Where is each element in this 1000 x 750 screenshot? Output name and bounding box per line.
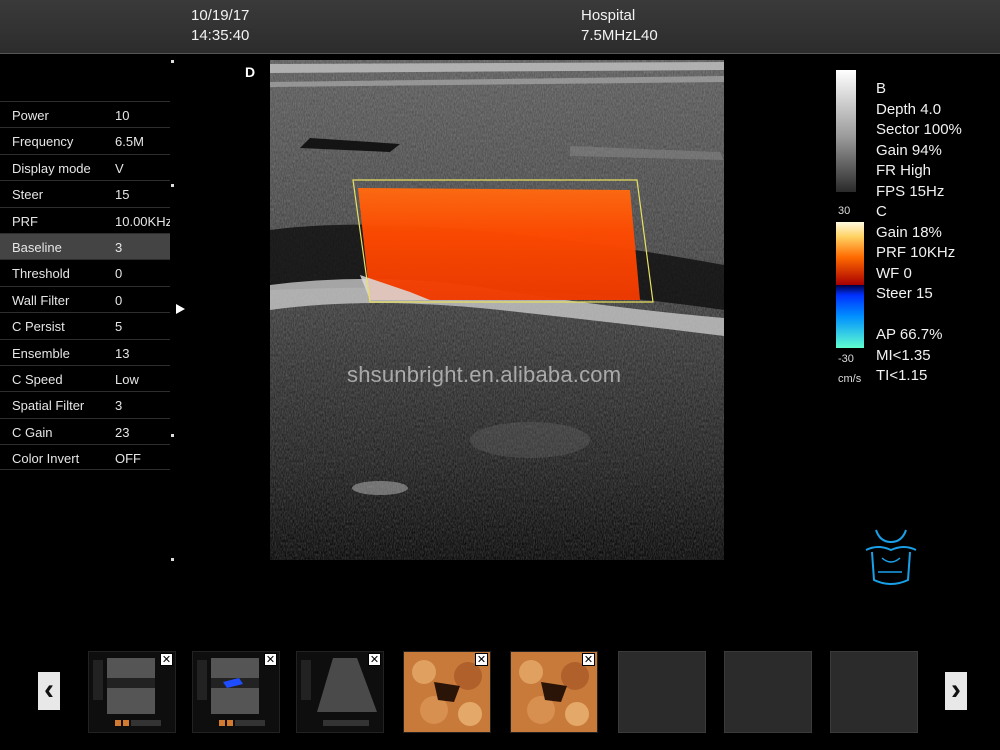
- param-value: 10: [115, 108, 130, 123]
- thumbnail-slot-empty[interactable]: [830, 651, 918, 733]
- param-value: 23: [115, 424, 130, 440]
- param-row-color-invert[interactable]: Color Invert OFF: [0, 444, 170, 471]
- thumbnail-prev-button[interactable]: ‹: [38, 672, 60, 710]
- param-row-c-gain[interactable]: C Gain 23: [0, 417, 170, 444]
- param-label: Ensemble: [12, 345, 70, 361]
- param-row-ensemble[interactable]: Ensemble 13: [0, 338, 170, 365]
- param-label: C Speed: [12, 371, 63, 387]
- param-label: Baseline: [12, 239, 62, 255]
- info-line: MI<1.35: [876, 346, 931, 364]
- param-row-power[interactable]: Power 10: [0, 101, 170, 127]
- thumbnail-slot-empty[interactable]: [724, 651, 812, 733]
- direction-label: D: [245, 64, 256, 80]
- time-text: 14:35:40: [191, 27, 250, 44]
- focus-marker-icon[interactable]: [176, 304, 185, 314]
- thumbnail-close-icon[interactable]: ✕: [160, 653, 173, 666]
- info-line: TI<1.15: [876, 367, 928, 384]
- thumbnail-3d-render[interactable]: ✕: [403, 651, 491, 733]
- param-value: 0: [115, 266, 123, 282]
- param-value: 0: [115, 292, 123, 308]
- info-line: Gain 18%: [876, 223, 942, 241]
- info-line: WF 0: [876, 264, 912, 282]
- scale-unit: cm/s: [838, 373, 862, 385]
- param-row-prf[interactable]: PRF 10.00KHz: [0, 206, 170, 233]
- hospital-probe: Hospital 7.5MHzL40: [581, 6, 658, 46]
- ruler-tick: [171, 434, 174, 437]
- hospital-name: Hospital: [581, 7, 636, 24]
- imaging-info: B Depth 4.0 Sector 100% Gain 94% FR High FPS …: [876, 79, 962, 387]
- param-label: Power: [12, 108, 49, 123]
- info-line: PRF 10KHz: [876, 244, 956, 261]
- thumbnail-close-icon[interactable]: ✕: [475, 653, 488, 666]
- param-label: PRF: [12, 213, 38, 229]
- param-label: Spatial Filter: [12, 398, 85, 414]
- info-line: FPS 15Hz: [876, 182, 945, 200]
- ruler-tick: [171, 184, 174, 187]
- probe-name: 7.5MHzL40: [581, 27, 658, 44]
- param-value: 3: [115, 398, 123, 414]
- info-line: Sector 100%: [876, 121, 962, 138]
- ruler-tick: [171, 60, 174, 63]
- info-line: Gain 94%: [876, 141, 942, 159]
- info-line: B: [876, 80, 887, 97]
- ultrasound-image[interactable]: [270, 60, 724, 560]
- param-label: Steer: [12, 187, 44, 203]
- scale-min: -30: [838, 353, 854, 365]
- info-line: [876, 305, 962, 326]
- param-label: C Persist: [12, 319, 65, 335]
- param-value: 5: [115, 319, 123, 335]
- parameter-panel: Power 10 Frequency 6.5M Display mode V Steer 15…: [0, 101, 170, 471]
- param-value: Low: [115, 371, 139, 387]
- param-row-steer[interactable]: Steer 15: [0, 180, 170, 206]
- param-row-threshold[interactable]: Threshold 0: [0, 259, 170, 285]
- param-value: 10.00KHz: [115, 213, 170, 229]
- scale-max: 30: [838, 205, 851, 217]
- param-value: 6.5M: [115, 134, 144, 150]
- param-row-baseline[interactable]: Baseline 3: [0, 232, 170, 260]
- param-row-c-speed[interactable]: C Speed Low: [0, 364, 170, 391]
- info-line: Depth 4.0: [876, 100, 942, 118]
- param-row-c-persist[interactable]: C Persist 5: [0, 312, 170, 338]
- info-line: FR High: [876, 162, 932, 179]
- param-row-spatial-filter[interactable]: Spatial Filter 3: [0, 391, 170, 417]
- param-label: Color Invert: [12, 451, 80, 467]
- thumbnail-slot-empty[interactable]: [618, 651, 706, 733]
- thumbnail-close-icon[interactable]: ✕: [368, 653, 381, 666]
- param-label: Threshold: [12, 266, 70, 282]
- color-flow-region: [358, 188, 640, 300]
- param-label: Wall Filter: [12, 292, 70, 308]
- color-scale-bar: [836, 222, 864, 348]
- thumbnail-close-icon[interactable]: ✕: [582, 653, 595, 666]
- param-label: Display mode: [12, 160, 91, 176]
- info-line: AP 66.7%: [876, 326, 943, 343]
- param-value: 3: [115, 239, 123, 255]
- grayscale-bar: [836, 70, 856, 192]
- info-line: Steer 15: [876, 285, 933, 302]
- thumbnail-3d-render[interactable]: ✕: [510, 651, 598, 733]
- param-value: OFF: [115, 451, 141, 467]
- info-line: C: [876, 203, 887, 220]
- param-label: Frequency: [12, 134, 74, 150]
- date-text: 10/19/17: [191, 7, 250, 24]
- param-value: 15: [115, 187, 130, 203]
- param-row-display-mode[interactable]: Display mode V: [0, 153, 170, 180]
- watermark-text: shsunbright.en.alibaba.com: [347, 362, 622, 387]
- thumbnail-close-icon[interactable]: ✕: [264, 653, 277, 666]
- param-value: 13: [115, 345, 130, 361]
- thumbnail-b-mode[interactable]: ✕: [88, 651, 176, 733]
- date-time: 10/19/17 14:35:40: [191, 6, 249, 46]
- param-row-frequency[interactable]: Frequency 6.5M: [0, 127, 170, 153]
- param-label: C Gain: [12, 424, 53, 440]
- thumbnail-sector[interactable]: ✕: [296, 651, 384, 733]
- body-mark-icon[interactable]: [862, 528, 920, 593]
- thumbnail-color-doppler[interactable]: ✕: [192, 651, 280, 733]
- param-row-wall-filter[interactable]: Wall Filter 0: [0, 285, 170, 312]
- ruler-tick: [171, 558, 174, 561]
- thumbnail-next-button[interactable]: ›: [945, 672, 967, 710]
- top-status-bar: 10/19/17 14:35:40 Hospital 7.5MHzL40: [0, 0, 1000, 54]
- param-value: V: [115, 160, 124, 176]
